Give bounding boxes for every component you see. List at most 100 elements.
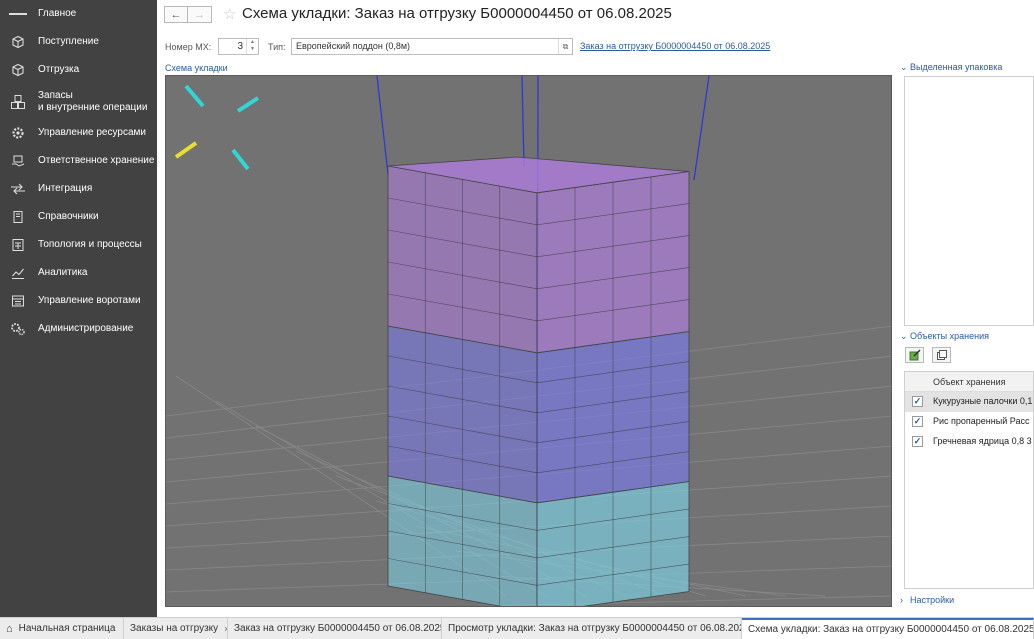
box-in-icon	[9, 33, 27, 51]
sidebar-item-resources[interactable]: Управление ресурсами	[0, 120, 157, 146]
sidebar-item-main[interactable]: Главное	[0, 1, 157, 27]
row-object-name: Рис пропаренный Расс	[933, 416, 1030, 426]
sidebar-item-label: Администрирование	[38, 323, 134, 334]
light-markers	[174, 84, 260, 171]
home-icon: ⌂	[6, 622, 13, 635]
copy-objects-button[interactable]	[932, 347, 951, 363]
sidebar-item-label: Главное	[38, 8, 77, 19]
selected-pack-header[interactable]: ⌄ Выделенная упаковка	[900, 62, 1002, 73]
num-mh-stepper[interactable]: ▲ ▼	[246, 39, 258, 54]
boxes-icon	[9, 93, 27, 111]
tab-label: Схема укладки: Заказ на отгрузку Б000000…	[748, 624, 1034, 635]
sidebar-item-label: Справочники	[38, 211, 99, 222]
header: ← → ☆ Схема укладки: Заказ на отгрузку Б…	[157, 0, 1034, 32]
admin-gears-icon	[9, 320, 27, 338]
tab-order[interactable]: Заказ на отгрузку Б0000004450 от 06.08.2…	[228, 618, 442, 639]
row-object-name: Гречневая ядрица 0,8 3	[933, 436, 1032, 446]
arrow-left-icon: ←	[170, 8, 182, 21]
edit-objects-button[interactable]	[905, 347, 924, 363]
row-checkbox[interactable]: ✓	[912, 436, 923, 447]
scheme-label: Схема укладки	[165, 63, 228, 73]
chevron-down-icon: ⌄	[900, 62, 908, 72]
sidebar-item-label: Топология и процессы	[38, 239, 142, 250]
arrows-icon	[9, 180, 27, 198]
table-row[interactable]: ✓ Кукурузные палочки 0,1	[905, 392, 1033, 412]
nav-buttons: ← →	[164, 6, 212, 23]
sidebar-item-label: Аналитика	[38, 267, 88, 278]
back-button[interactable]: ←	[164, 6, 188, 23]
table-row[interactable]: ✓ Гречневая ядрица 0,8 3	[905, 432, 1033, 452]
tab-label: Заказы на отгрузку	[130, 623, 219, 634]
settings-header[interactable]: › Настройки	[900, 595, 954, 605]
tab-label: Заказ на отгрузку Б0000004450 от 06.08.2…	[234, 623, 442, 634]
copy-icon	[936, 350, 947, 360]
sidebar-item-label: Поступление	[38, 36, 99, 47]
arrow-right-icon: →	[194, 8, 205, 21]
chevron-right-icon: ›	[900, 595, 903, 605]
sidebar-item-integration[interactable]: Интеграция	[0, 176, 157, 202]
sidebar-item-custody[interactable]: Ответственное хранение	[0, 148, 157, 174]
tab-home[interactable]: ⌂ Начальная страница	[0, 618, 124, 639]
sidebar-item-gates[interactable]: Управление воротами	[0, 288, 157, 314]
open-icon: ⧉	[562, 42, 569, 51]
sidebar-item-analytics[interactable]: Аналитика	[0, 260, 157, 286]
open-type-button[interactable]: ⧉	[558, 39, 572, 54]
tab-bar: ⌂ Начальная страница Заказы на отгрузку×…	[0, 617, 1034, 639]
sidebar-item-receiving[interactable]: Поступление	[0, 29, 157, 55]
num-label: Номер МХ:	[165, 42, 212, 52]
column-header-object[interactable]: Объект хранения	[933, 377, 1006, 387]
sidebar-item-references[interactable]: Справочники	[0, 204, 157, 230]
type-field[interactable]: Европейский поддон (0,8м) ⧉	[291, 38, 573, 55]
objects-table: Объект хранения ✓ Кукурузные палочки 0,1…	[904, 371, 1034, 589]
gate-icon	[9, 292, 27, 310]
num-mh-value: 3	[237, 41, 243, 52]
gears-icon	[9, 124, 27, 142]
order-link[interactable]: Заказ на отгрузку Б0000004450 от 06.08.2…	[580, 41, 770, 51]
sidebar-item-label: Запасы и внутренние операции	[38, 90, 148, 113]
sidebar-item-label: Управление воротами	[38, 295, 141, 306]
type-value: Европейский поддон (0,8м)	[296, 41, 411, 51]
sidebar-item-admin[interactable]: Администрирование	[0, 316, 157, 342]
sidebar: Главное Поступление Отгрузка Запасы и вн…	[0, 0, 157, 617]
hand-box-icon	[9, 152, 27, 170]
spin-up-icon[interactable]: ▲	[250, 39, 255, 45]
selected-pack-title: Выделенная упаковка	[910, 62, 1003, 72]
forward-button[interactable]: →	[188, 6, 212, 23]
num-mh-input[interactable]: 3 ▲ ▼	[218, 38, 259, 55]
chart-icon	[9, 264, 27, 282]
selected-pack-panel	[904, 76, 1034, 326]
page-title: Схема укладки: Заказ на отгрузку Б000000…	[242, 5, 672, 22]
row-checkbox[interactable]: ✓	[912, 416, 923, 427]
toolbar: Номер МХ: 3 ▲ ▼ Тип: Европейский поддон (…	[157, 32, 1034, 60]
scheme-viewport[interactable]	[165, 75, 892, 607]
settings-title: Настройки	[910, 595, 955, 605]
box-out-icon	[9, 61, 27, 79]
sidebar-item-topology[interactable]: Топология и процессы	[0, 232, 157, 258]
type-label: Тип:	[268, 42, 286, 52]
tab-label: Начальная страница	[18, 623, 116, 634]
tab-view-layout[interactable]: Просмотр укладки: Заказ на отгрузку Б000…	[442, 618, 742, 639]
objects-title: Объекты хранения	[910, 331, 989, 341]
table-header: Объект хранения	[905, 372, 1033, 392]
row-checkbox[interactable]: ✓	[912, 396, 923, 407]
tab-orders[interactable]: Заказы на отгрузку×	[124, 618, 228, 639]
spin-down-icon[interactable]: ▼	[250, 46, 255, 52]
chevron-down-icon: ⌄	[900, 331, 908, 341]
sidebar-item-shipping[interactable]: Отгрузка	[0, 57, 157, 83]
row-object-name: Кукурузные палочки 0,1	[933, 396, 1033, 406]
table-row[interactable]: ✓ Рис пропаренный Расс	[905, 412, 1033, 432]
sidebar-item-label: Отгрузка	[38, 64, 80, 75]
scheme-3d-view[interactable]	[166, 76, 892, 607]
topology-icon	[9, 236, 27, 254]
sidebar-item-label: Интеграция	[38, 183, 93, 194]
sidebar-item-inventory[interactable]: Запасы и внутренние операции	[0, 88, 157, 116]
tab-label: Просмотр укладки: Заказ на отгрузку Б000…	[448, 623, 742, 634]
tab-scheme[interactable]: Схема укладки: Заказ на отгрузку Б000000…	[742, 618, 1034, 639]
sidebar-item-label: Ответственное хранение	[38, 155, 155, 166]
book-icon	[9, 208, 27, 226]
objects-header[interactable]: ⌄ Объекты хранения	[900, 331, 989, 342]
favorite-star-icon[interactable]: ☆	[223, 5, 236, 23]
sidebar-item-label: Управление ресурсами	[38, 127, 146, 138]
edit-icon	[909, 349, 921, 361]
menu-icon	[9, 5, 27, 23]
